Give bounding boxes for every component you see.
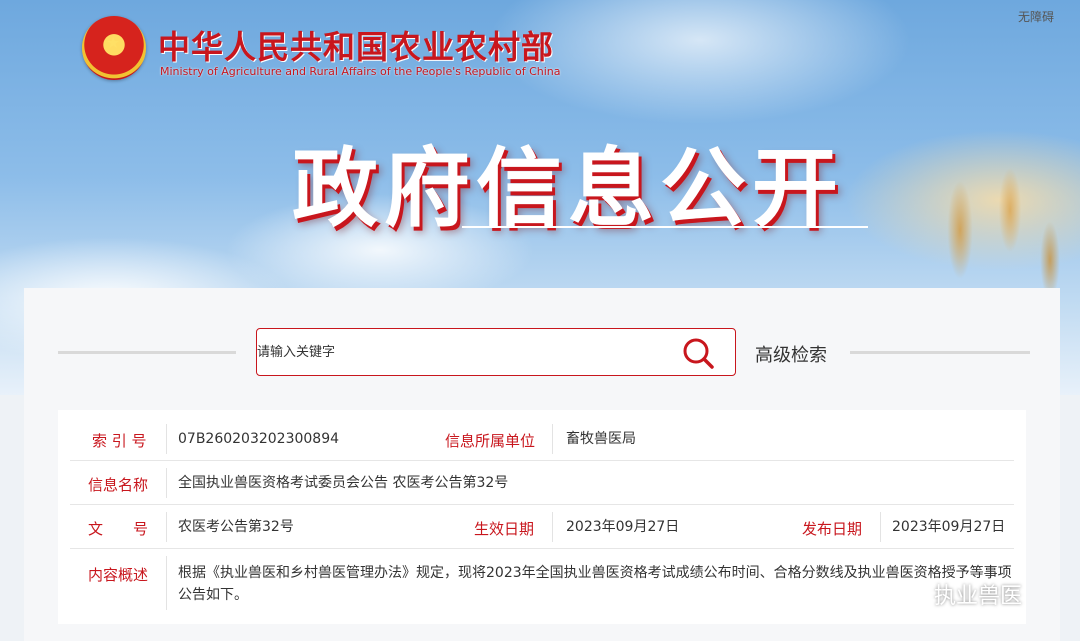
accessibility-link[interactable]: 无障碍 (1018, 8, 1054, 25)
divider (166, 512, 167, 542)
search-icon[interactable] (681, 336, 715, 370)
banner-title-underline (462, 226, 868, 228)
doc-number-label: 文 号 (88, 520, 149, 538)
search-divider-right (850, 351, 1030, 354)
divider (552, 512, 553, 542)
info-row-index: 索 引 号 07B260203202300894 信息所属单位 畜牧兽医局 (70, 418, 1014, 461)
info-row-name: 信息名称 全国执业兽医资格考试委员会公告 农医考公告第32号 (70, 462, 1014, 505)
watermark: 执业兽医 (898, 578, 1022, 610)
info-row-summary: 内容概述 根据《执业兽医和乡村兽医管理办法》规定，现将2023年全国执业兽医资格… (70, 550, 1014, 616)
unit-label: 信息所属单位 (445, 432, 536, 450)
wechat-icon (898, 582, 927, 605)
name-label: 信息名称 (88, 476, 149, 494)
info-row-doc: 文 号 农医考公告第32号 生效日期 2023年09月27日 发布日期 2023… (70, 506, 1014, 549)
index-value: 07B260203202300894 (178, 431, 340, 447)
national-emblem-icon: ★ (82, 16, 146, 80)
publish-date-value: 2023年09月27日 (892, 519, 1006, 535)
index-label: 索 引 号 (92, 432, 147, 450)
name-value: 全国执业兽医资格考试委员会公告 农医考公告第32号 (178, 475, 509, 491)
info-card: 索 引 号 07B260203202300894 信息所属单位 畜牧兽医局 信息… (58, 410, 1026, 624)
doc-number-value: 农医考公告第32号 (178, 519, 294, 535)
ministry-name-cn[interactable]: 中华人民共和国农业农村部 (158, 22, 554, 68)
publish-date-label: 发布日期 (802, 520, 863, 538)
unit-value: 畜牧兽医局 (566, 431, 636, 447)
divider (880, 512, 881, 542)
effective-date-value: 2023年09月27日 (566, 519, 680, 535)
banner-title: 政府信息公开 (292, 139, 844, 239)
watermark-text: 执业兽医 (934, 584, 1023, 609)
divider (552, 424, 553, 454)
effective-date-label: 生效日期 (474, 520, 535, 538)
ministry-name-en: Ministry of Agriculture and Rural Affair… (160, 65, 561, 78)
divider (166, 468, 167, 498)
summary-value: 根据《执业兽医和乡村兽医管理办法》规定，现将2023年全国执业兽医资格考试成绩公… (178, 565, 1012, 603)
divider (166, 424, 167, 454)
search-box (256, 328, 736, 376)
search-input[interactable] (257, 329, 667, 375)
search-divider-left (58, 351, 236, 354)
advanced-search-link[interactable]: 高级检索 (755, 341, 827, 367)
divider (166, 556, 167, 610)
summary-label: 内容概述 (88, 566, 149, 584)
